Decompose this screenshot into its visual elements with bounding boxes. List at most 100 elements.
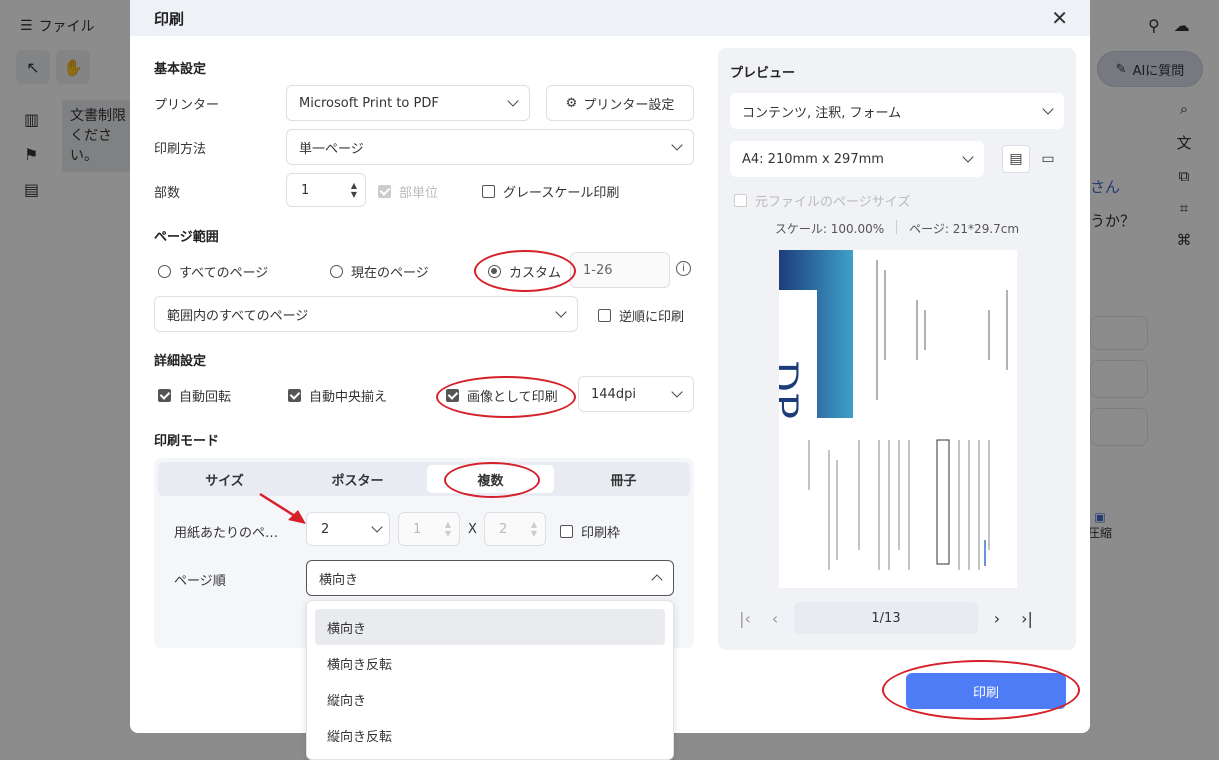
print-border-label: 印刷枠 xyxy=(581,526,621,541)
dialog-title: 印刷 xyxy=(154,9,185,28)
page-order-select[interactable]: 横向き xyxy=(306,560,674,596)
svg-text:DP: DP xyxy=(779,360,805,419)
auto-center-label: 自動中央揃え xyxy=(309,390,388,405)
dpi-select[interactable]: 144dpi xyxy=(578,376,694,412)
info-icon[interactable]: i xyxy=(676,261,691,276)
print-method-value: 単一ページ xyxy=(299,141,364,157)
print-button[interactable]: 印刷 xyxy=(906,673,1066,709)
grayscale-checkbox[interactable]: グレースケール印刷 xyxy=(482,182,619,201)
landscape-layout-icon[interactable]: ▭ xyxy=(1034,145,1062,173)
auto-center-checkbox[interactable]: 自動中央揃え xyxy=(288,386,387,405)
chevron-down-icon xyxy=(962,151,974,163)
radio-icon xyxy=(158,265,171,278)
preview-meta: スケール: 100.00% ページ: 21*29.7cm xyxy=(730,220,1064,237)
page-size-text: ページ: 21*29.7cm xyxy=(909,222,1020,236)
reverse-order-checkbox[interactable]: 逆順に印刷 xyxy=(598,306,684,325)
preview-title: プレビュー xyxy=(730,66,796,81)
original-size-checkbox[interactable]: 元ファイルのページサイズ xyxy=(734,191,910,210)
printer-settings-label: プリンター設定 xyxy=(583,97,675,113)
next-page-icon[interactable]: › xyxy=(982,609,1012,628)
checkbox-checked-icon xyxy=(288,389,301,402)
spinner-arrows-icon: ▲ ▼ xyxy=(530,520,537,538)
auto-rotate-checkbox[interactable]: 自動回転 xyxy=(158,386,231,405)
auto-rotate-label: 自動回転 xyxy=(179,390,232,405)
portrait-layout-icon[interactable]: ▤ xyxy=(1002,145,1030,173)
custom-label: カスタム xyxy=(509,266,562,281)
order-option-horizontal[interactable]: 横向き xyxy=(315,609,665,645)
close-icon[interactable]: ✕ xyxy=(1051,6,1068,30)
printer-select[interactable]: Microsoft Print to PDF xyxy=(286,85,530,121)
content-value: コンテンツ, 注釈, フォーム xyxy=(742,105,902,121)
pages-per-sheet-select[interactable]: 2 xyxy=(306,512,390,546)
print-method-select[interactable]: 単一ページ xyxy=(286,129,694,165)
printer-settings-button[interactable]: ⚙ プリンター設定 xyxy=(546,85,694,121)
spinner-arrows-icon: ▲ ▼ xyxy=(444,520,451,538)
custom-range-value: 1-26 xyxy=(583,262,613,278)
print-as-image-checkbox[interactable]: 画像として印刷 xyxy=(446,386,558,405)
tab-poster[interactable]: ポスター xyxy=(294,465,421,493)
divider xyxy=(896,220,898,234)
prev-page-icon[interactable]: ‹ xyxy=(760,609,790,628)
grayscale-label: グレースケール印刷 xyxy=(503,186,620,201)
radio-current-page[interactable]: 現在のページ xyxy=(330,262,429,281)
radio-all-pages[interactable]: すべてのページ xyxy=(158,262,268,281)
spinner-arrows-icon[interactable]: ▲ ▼ xyxy=(351,181,357,199)
page-navigator: |‹ ‹ 1/13 › ›| xyxy=(730,601,1064,635)
checkbox-icon xyxy=(378,185,391,198)
page-indicator[interactable]: 1/13 xyxy=(794,602,978,634)
tab-multiple[interactable]: 複数 xyxy=(427,465,554,493)
all-pages-label: すべてのページ xyxy=(179,266,269,281)
chevron-up-icon xyxy=(651,574,663,586)
range-subset-value: 範囲内のすべてのページ xyxy=(167,308,309,324)
print-border-checkbox[interactable]: 印刷枠 xyxy=(560,522,620,541)
radio-selected-icon xyxy=(488,265,501,278)
page-order-label: ページ順 xyxy=(174,574,226,589)
annotation-arrow-icon xyxy=(259,492,306,524)
scale-text: スケール: 100.00% xyxy=(774,222,885,236)
original-size-label: 元ファイルのページサイズ xyxy=(755,195,911,210)
collate-checkbox[interactable]: 部単位 xyxy=(378,182,438,201)
copies-stepper[interactable]: 1 ▲ ▼ xyxy=(286,173,366,207)
columns-value: 1 xyxy=(413,521,422,537)
columns-stepper[interactable]: 1 ▲ ▼ xyxy=(398,512,460,546)
gear-icon: ⚙ xyxy=(565,95,578,111)
preview-panel: プレビュー コンテンツ, 注釈, フォーム A4: 210mm x 297mm … xyxy=(718,48,1076,650)
chevron-down-icon xyxy=(1042,103,1054,115)
print-as-image-label: 画像として印刷 xyxy=(467,390,558,405)
order-option-vertical-reversed[interactable]: 縦向き反転 xyxy=(315,717,665,753)
basic-settings-heading: 基本設定 xyxy=(154,62,207,77)
checkbox-icon xyxy=(560,525,573,538)
rows-stepper[interactable]: 2 ▲ ▼ xyxy=(484,512,546,546)
page-range-heading: ページ範囲 xyxy=(154,230,219,245)
current-page-label: 現在のページ xyxy=(351,266,429,281)
custom-range-input[interactable]: 1-26 xyxy=(570,252,670,288)
chevron-down-icon xyxy=(371,521,383,533)
radio-custom[interactable]: カスタム xyxy=(488,262,561,281)
printer-label: プリンター xyxy=(154,98,220,113)
rows-value: 2 xyxy=(499,521,508,537)
paper-size-select[interactable]: A4: 210mm x 297mm xyxy=(730,141,984,177)
chevron-down-icon xyxy=(671,139,683,151)
checkbox-icon xyxy=(598,309,611,322)
range-subset-select[interactable]: 範囲内のすべてのページ xyxy=(154,296,578,332)
order-option-horizontal-reversed[interactable]: 横向き反転 xyxy=(315,645,665,681)
checkbox-checked-icon xyxy=(158,389,171,402)
checkbox-icon xyxy=(482,185,495,198)
collate-label: 部単位 xyxy=(399,186,439,201)
copies-value: 1 xyxy=(301,182,310,198)
last-page-icon[interactable]: ›| xyxy=(1012,609,1042,628)
copies-label: 部数 xyxy=(154,186,181,201)
first-page-icon[interactable]: |‹ xyxy=(730,609,760,628)
printer-value: Microsoft Print to PDF xyxy=(299,95,439,111)
chevron-down-icon xyxy=(555,306,567,318)
print-method-label: 印刷方法 xyxy=(154,142,207,157)
chevron-down-icon xyxy=(507,95,519,107)
order-option-vertical[interactable]: 縦向き xyxy=(315,681,665,717)
page-order-dropdown: 横向き 横向き反転 縦向き 縦向き反転 xyxy=(306,600,674,760)
radio-icon xyxy=(330,265,343,278)
tab-booklet[interactable]: 冊子 xyxy=(560,465,687,493)
checkbox-checked-icon xyxy=(446,389,459,402)
tab-size[interactable]: サイズ xyxy=(161,465,288,493)
print-mode-heading: 印刷モード xyxy=(154,434,220,449)
content-select[interactable]: コンテンツ, 注釈, フォーム xyxy=(730,93,1064,129)
